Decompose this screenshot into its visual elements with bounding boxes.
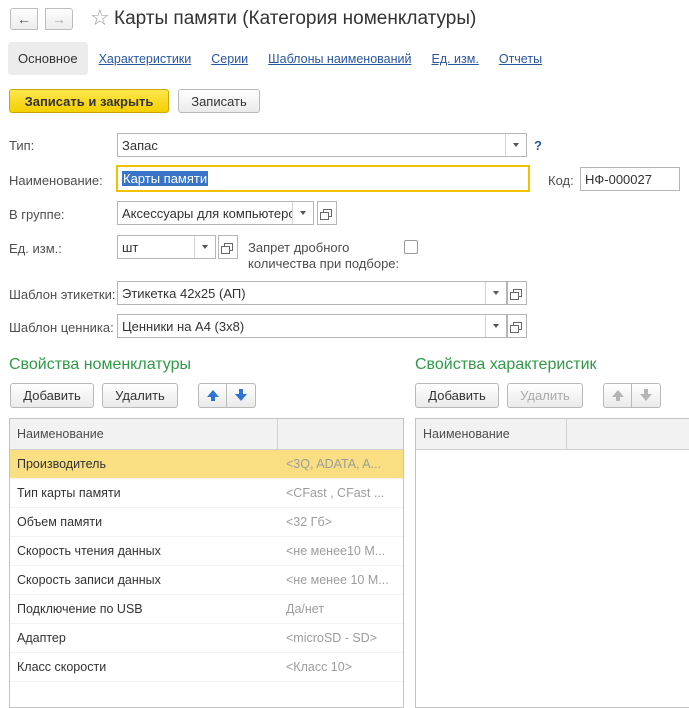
delete-characteristic-property-button[interactable]: Удалить bbox=[507, 383, 583, 408]
tab-name-templates[interactable]: Шаблоны наименований bbox=[268, 52, 411, 66]
arrow-down-icon bbox=[640, 389, 652, 401]
code-value: НФ-000027 bbox=[585, 171, 652, 187]
property-name-cell: Тип карты памяти bbox=[17, 486, 121, 500]
table-row[interactable]: Адаптер <microSD - SD> bbox=[10, 624, 403, 653]
add-item-property-button[interactable]: Добавить bbox=[10, 383, 94, 408]
type-value: Запас bbox=[122, 137, 158, 153]
delete-item-property-button[interactable]: Удалить bbox=[102, 383, 178, 408]
name-value: Карты памяти bbox=[122, 171, 209, 186]
type-label: Тип: bbox=[9, 138, 35, 153]
tab-units[interactable]: Ед. изм. bbox=[431, 52, 478, 66]
open-group-button[interactable] bbox=[317, 201, 337, 225]
favorite-star-icon[interactable]: ☆ bbox=[90, 6, 110, 30]
unit-value: шт bbox=[122, 239, 139, 255]
open-icon bbox=[509, 289, 522, 300]
table-row[interactable]: Подключение по USB Да/нет bbox=[10, 595, 403, 624]
price-template-select[interactable]: Ценники на А4 (3х8) bbox=[117, 314, 507, 338]
property-values-cell: <32 Гб> bbox=[286, 515, 332, 529]
type-select[interactable]: Запас bbox=[117, 133, 527, 157]
property-name-cell: Класс скорости bbox=[17, 660, 107, 674]
table-header: Наименование bbox=[416, 419, 689, 450]
item-properties-title: Свойства номенклатуры bbox=[9, 356, 191, 373]
move-up-characteristic-button[interactable] bbox=[603, 383, 632, 408]
open-icon bbox=[319, 209, 332, 220]
property-values-cell: <Класс 10> bbox=[286, 660, 353, 674]
save-button[interactable]: Записать bbox=[178, 89, 260, 113]
fraction-label: Запрет дробного количества при подборе: bbox=[248, 240, 400, 271]
property-name-cell: Производитель bbox=[17, 457, 106, 471]
open-label-template-button[interactable] bbox=[507, 281, 527, 305]
tab-reports[interactable]: Отчеты bbox=[499, 52, 542, 66]
property-values-cell: <microSD - SD> bbox=[286, 631, 377, 645]
column-header-name[interactable]: Наименование bbox=[10, 419, 278, 449]
arrow-left-icon: ← bbox=[17, 11, 31, 27]
table-body: Производитель <3Q, ADATA, A... Тип карты п… bbox=[10, 450, 403, 682]
chevron-down-icon[interactable] bbox=[292, 202, 313, 224]
property-name-cell: Скорость записи данных bbox=[17, 573, 161, 587]
property-values-cell: <3Q, ADATA, A... bbox=[286, 457, 382, 471]
open-icon bbox=[509, 322, 522, 333]
chevron-down-icon[interactable] bbox=[194, 236, 215, 258]
chevron-down-icon[interactable] bbox=[485, 282, 506, 304]
back-button[interactable]: ← bbox=[10, 8, 38, 30]
arrow-right-icon: → bbox=[52, 11, 66, 27]
open-price-template-button[interactable] bbox=[507, 314, 527, 338]
page-title: Карты памяти (Категория номенклатуры) bbox=[114, 8, 477, 29]
move-down-button[interactable] bbox=[227, 383, 256, 408]
tab-bar: Основное Характеристики Серии Шаблоны на… bbox=[8, 42, 551, 75]
move-down-characteristic-button[interactable] bbox=[632, 383, 661, 408]
code-label: Код: bbox=[548, 173, 574, 188]
label-template-value: Этикетка 42x25 (АП) bbox=[122, 285, 246, 301]
table-row[interactable]: Производитель <3Q, ADATA, A... bbox=[10, 450, 403, 479]
label-template-select[interactable]: Этикетка 42x25 (АП) bbox=[117, 281, 507, 305]
property-name-cell: Адаптер bbox=[17, 631, 66, 645]
unit-label: Ед. изм.: bbox=[9, 241, 62, 256]
add-characteristic-property-button[interactable]: Добавить bbox=[415, 383, 499, 408]
open-unit-button[interactable] bbox=[218, 235, 238, 259]
property-name-cell: Скорость чтения данных bbox=[17, 544, 161, 558]
column-header-name[interactable]: Наименование bbox=[416, 419, 567, 449]
save-and-close-button[interactable]: Записать и закрыть bbox=[9, 89, 169, 113]
chevron-down-icon[interactable] bbox=[485, 315, 506, 337]
table-row[interactable]: Скорость записи данных <не менее 10 М... bbox=[10, 566, 403, 595]
forward-button[interactable]: → bbox=[45, 8, 73, 30]
arrow-up-icon bbox=[206, 390, 219, 401]
table-row[interactable]: Скорость чтения данных <не менее10 М... bbox=[10, 537, 403, 566]
move-up-button[interactable] bbox=[198, 383, 227, 408]
arrow-down-icon bbox=[235, 389, 247, 401]
property-values-cell: <не менее10 М... bbox=[286, 544, 386, 558]
price-template-value: Ценники на А4 (3х8) bbox=[122, 318, 245, 334]
price-template-label: Шаблон ценника: bbox=[9, 320, 114, 335]
table-row[interactable]: Класс скорости <Класс 10> bbox=[10, 653, 403, 682]
help-icon[interactable]: ? bbox=[534, 138, 542, 153]
item-properties-table[interactable]: Наименование Производитель <3Q, ADATA, A.… bbox=[9, 418, 404, 708]
characteristic-properties-table[interactable]: Наименование bbox=[415, 418, 689, 708]
tab-main[interactable]: Основное bbox=[8, 42, 88, 75]
table-row[interactable]: Тип карты памяти <CFast , CFast ... bbox=[10, 479, 403, 508]
property-name-cell: Подключение по USB bbox=[17, 602, 143, 616]
tab-series[interactable]: Серии bbox=[211, 52, 248, 66]
open-icon bbox=[220, 243, 233, 254]
group-select[interactable]: Аксессуары для компьютеров bbox=[117, 201, 314, 225]
table-header: Наименование bbox=[10, 419, 403, 450]
unit-select[interactable]: шт bbox=[117, 235, 216, 259]
name-label: Наименование: bbox=[9, 173, 103, 188]
property-values-cell: <CFast , CFast ... bbox=[286, 486, 385, 500]
characteristic-properties-title: Свойства характеристик bbox=[415, 356, 597, 373]
tab-characteristics[interactable]: Характеристики bbox=[99, 52, 192, 66]
group-value: Аксессуары для компьютеров bbox=[122, 205, 292, 221]
label-template-label: Шаблон этикетки: bbox=[9, 287, 116, 302]
property-values-cell: <не менее 10 М... bbox=[286, 573, 389, 587]
chevron-down-icon[interactable] bbox=[505, 134, 526, 156]
table-row[interactable]: Объем памяти <32 Гб> bbox=[10, 508, 403, 537]
property-values-cell: Да/нет bbox=[286, 602, 325, 616]
group-label: В группе: bbox=[9, 207, 65, 222]
name-input[interactable]: Карты памяти bbox=[116, 165, 530, 192]
code-input[interactable]: НФ-000027 bbox=[580, 167, 680, 191]
property-name-cell: Объем памяти bbox=[17, 515, 103, 529]
fraction-checkbox[interactable] bbox=[404, 240, 418, 254]
arrow-up-icon bbox=[611, 390, 624, 401]
